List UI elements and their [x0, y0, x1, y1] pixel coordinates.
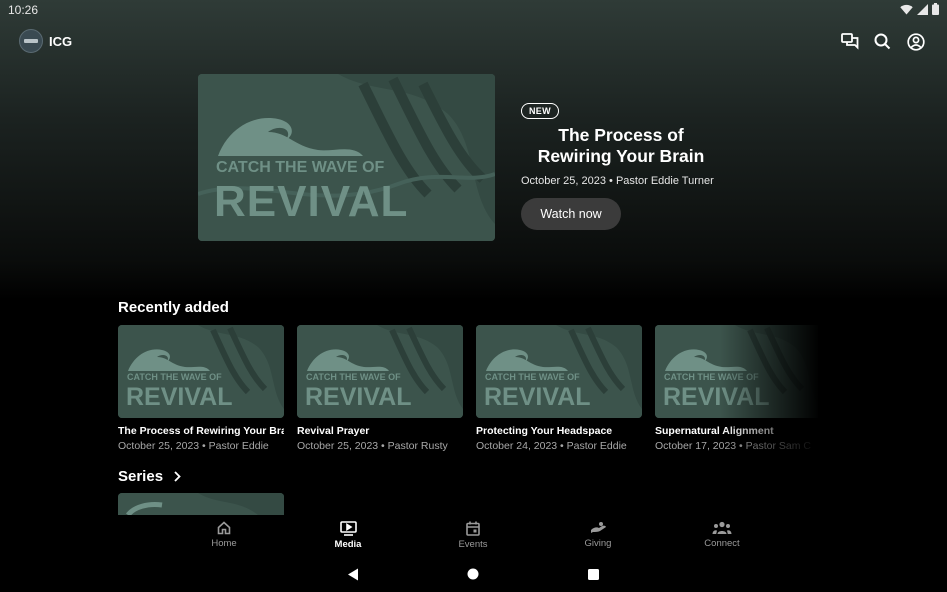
system-home-button[interactable]: [466, 567, 480, 581]
nav-connect[interactable]: Connect: [687, 521, 757, 549]
card-meta: October 24, 2023 • Pastor Eddie: [476, 440, 627, 452]
account-circle-icon: [906, 32, 925, 51]
new-badge: NEW: [521, 103, 559, 119]
hero-info: NEW The Process of Rewiring Your Brain O…: [521, 101, 721, 230]
media-icon: [339, 521, 357, 536]
messages-button[interactable]: [840, 32, 859, 51]
hero-artwork[interactable]: CATCH THE WAVE OF REVIVAL: [198, 74, 495, 241]
app-title: ICG: [49, 34, 73, 49]
hero-art-line2: REVIVAL: [214, 177, 408, 226]
system-recents-button[interactable]: [586, 567, 600, 581]
card-meta: October 17, 2023 • Pastor Sam C: [655, 440, 812, 452]
series-title: Series: [118, 468, 164, 485]
home-icon: [217, 521, 231, 535]
status-icons: [900, 3, 939, 15]
card-meta: October 25, 2023 • Pastor Rusty: [297, 440, 448, 452]
watch-now-button[interactable]: Watch now: [521, 198, 621, 230]
back-triangle-icon: [348, 568, 358, 580]
recently-added-list: CATCH THE WAVE OF REVIVAL The Process of…: [118, 325, 818, 455]
nav-home[interactable]: Home: [189, 521, 259, 549]
svg-text:REVIVAL: REVIVAL: [126, 383, 233, 411]
svg-text:REVIVAL: REVIVAL: [663, 383, 770, 411]
app-logo[interactable]: [19, 29, 43, 53]
svg-text:REVIVAL: REVIVAL: [484, 383, 591, 411]
account-button[interactable]: [906, 32, 925, 51]
svg-text:CATCH THE WAVE OF: CATCH THE WAVE OF: [127, 372, 222, 382]
hero-meta: October 25, 2023 • Pastor Eddie Turner: [521, 175, 714, 187]
card-artwork: CATCH THE WAVE OF REVIVAL: [655, 325, 818, 418]
svg-text:CATCH THE WAVE OF: CATCH THE WAVE OF: [664, 372, 759, 382]
nav-label: Events: [458, 539, 488, 550]
status-bar: 10:26: [0, 0, 947, 20]
nav-label: Media: [334, 539, 362, 550]
chat-icon: [840, 33, 858, 50]
search-icon: [874, 33, 891, 50]
nav-label: Home: [211, 538, 237, 549]
card-artwork: CATCH THE WAVE OF REVIVAL: [476, 325, 642, 418]
nav-events[interactable]: Events: [438, 521, 508, 550]
media-card[interactable]: CATCH THE WAVE OF REVIVAL Supernatural A…: [655, 325, 818, 452]
media-card[interactable]: CATCH THE WAVE OF REVIVAL Protecting You…: [476, 325, 642, 452]
series-card-artwork[interactable]: [118, 493, 284, 515]
card-title: The Process of Rewiring Your Brain: [118, 425, 284, 437]
calendar-icon: [466, 521, 480, 536]
cell-signal-icon: [917, 3, 928, 15]
chevron-right-icon: [174, 471, 181, 482]
card-title: Revival Prayer: [297, 425, 370, 437]
card-meta: October 25, 2023 • Pastor Eddie: [118, 440, 269, 452]
hero-art-line1: CATCH THE WAVE OF: [216, 159, 385, 176]
svg-text:CATCH THE WAVE OF: CATCH THE WAVE OF: [306, 372, 401, 382]
hero-title: The Process of Rewiring Your Brain: [537, 125, 705, 166]
card-artwork: CATCH THE WAVE OF REVIVAL: [118, 325, 284, 418]
svg-text:REVIVAL: REVIVAL: [305, 383, 412, 411]
media-card[interactable]: CATCH THE WAVE OF REVIVAL Revival Prayer…: [297, 325, 463, 452]
search-button[interactable]: [873, 32, 892, 51]
nav-label: Connect: [704, 538, 740, 549]
nav-label: Giving: [584, 538, 612, 549]
card-title: Protecting Your Headspace: [476, 425, 613, 437]
series-header[interactable]: Series: [118, 468, 181, 485]
svg-text:CATCH THE WAVE OF: CATCH THE WAVE OF: [485, 372, 580, 382]
battery-icon: [932, 3, 939, 15]
nav-media[interactable]: Media: [313, 521, 383, 550]
card-title: Supernatural Alignment: [655, 425, 774, 437]
media-card[interactable]: CATCH THE WAVE OF REVIVAL The Process of…: [118, 325, 284, 452]
card-artwork: CATCH THE WAVE OF REVIVAL: [297, 325, 463, 418]
giving-hand-icon: [590, 522, 606, 533]
wifi-icon: [900, 4, 913, 14]
home-circle-icon: [467, 568, 479, 580]
recents-square-icon: [587, 568, 599, 580]
nav-giving[interactable]: Giving: [563, 521, 633, 549]
group-icon: [712, 521, 732, 534]
top-actions: [840, 32, 925, 51]
system-back-button[interactable]: [346, 567, 360, 581]
status-time: 10:26: [8, 3, 39, 17]
recently-added-title: Recently added: [118, 299, 229, 316]
